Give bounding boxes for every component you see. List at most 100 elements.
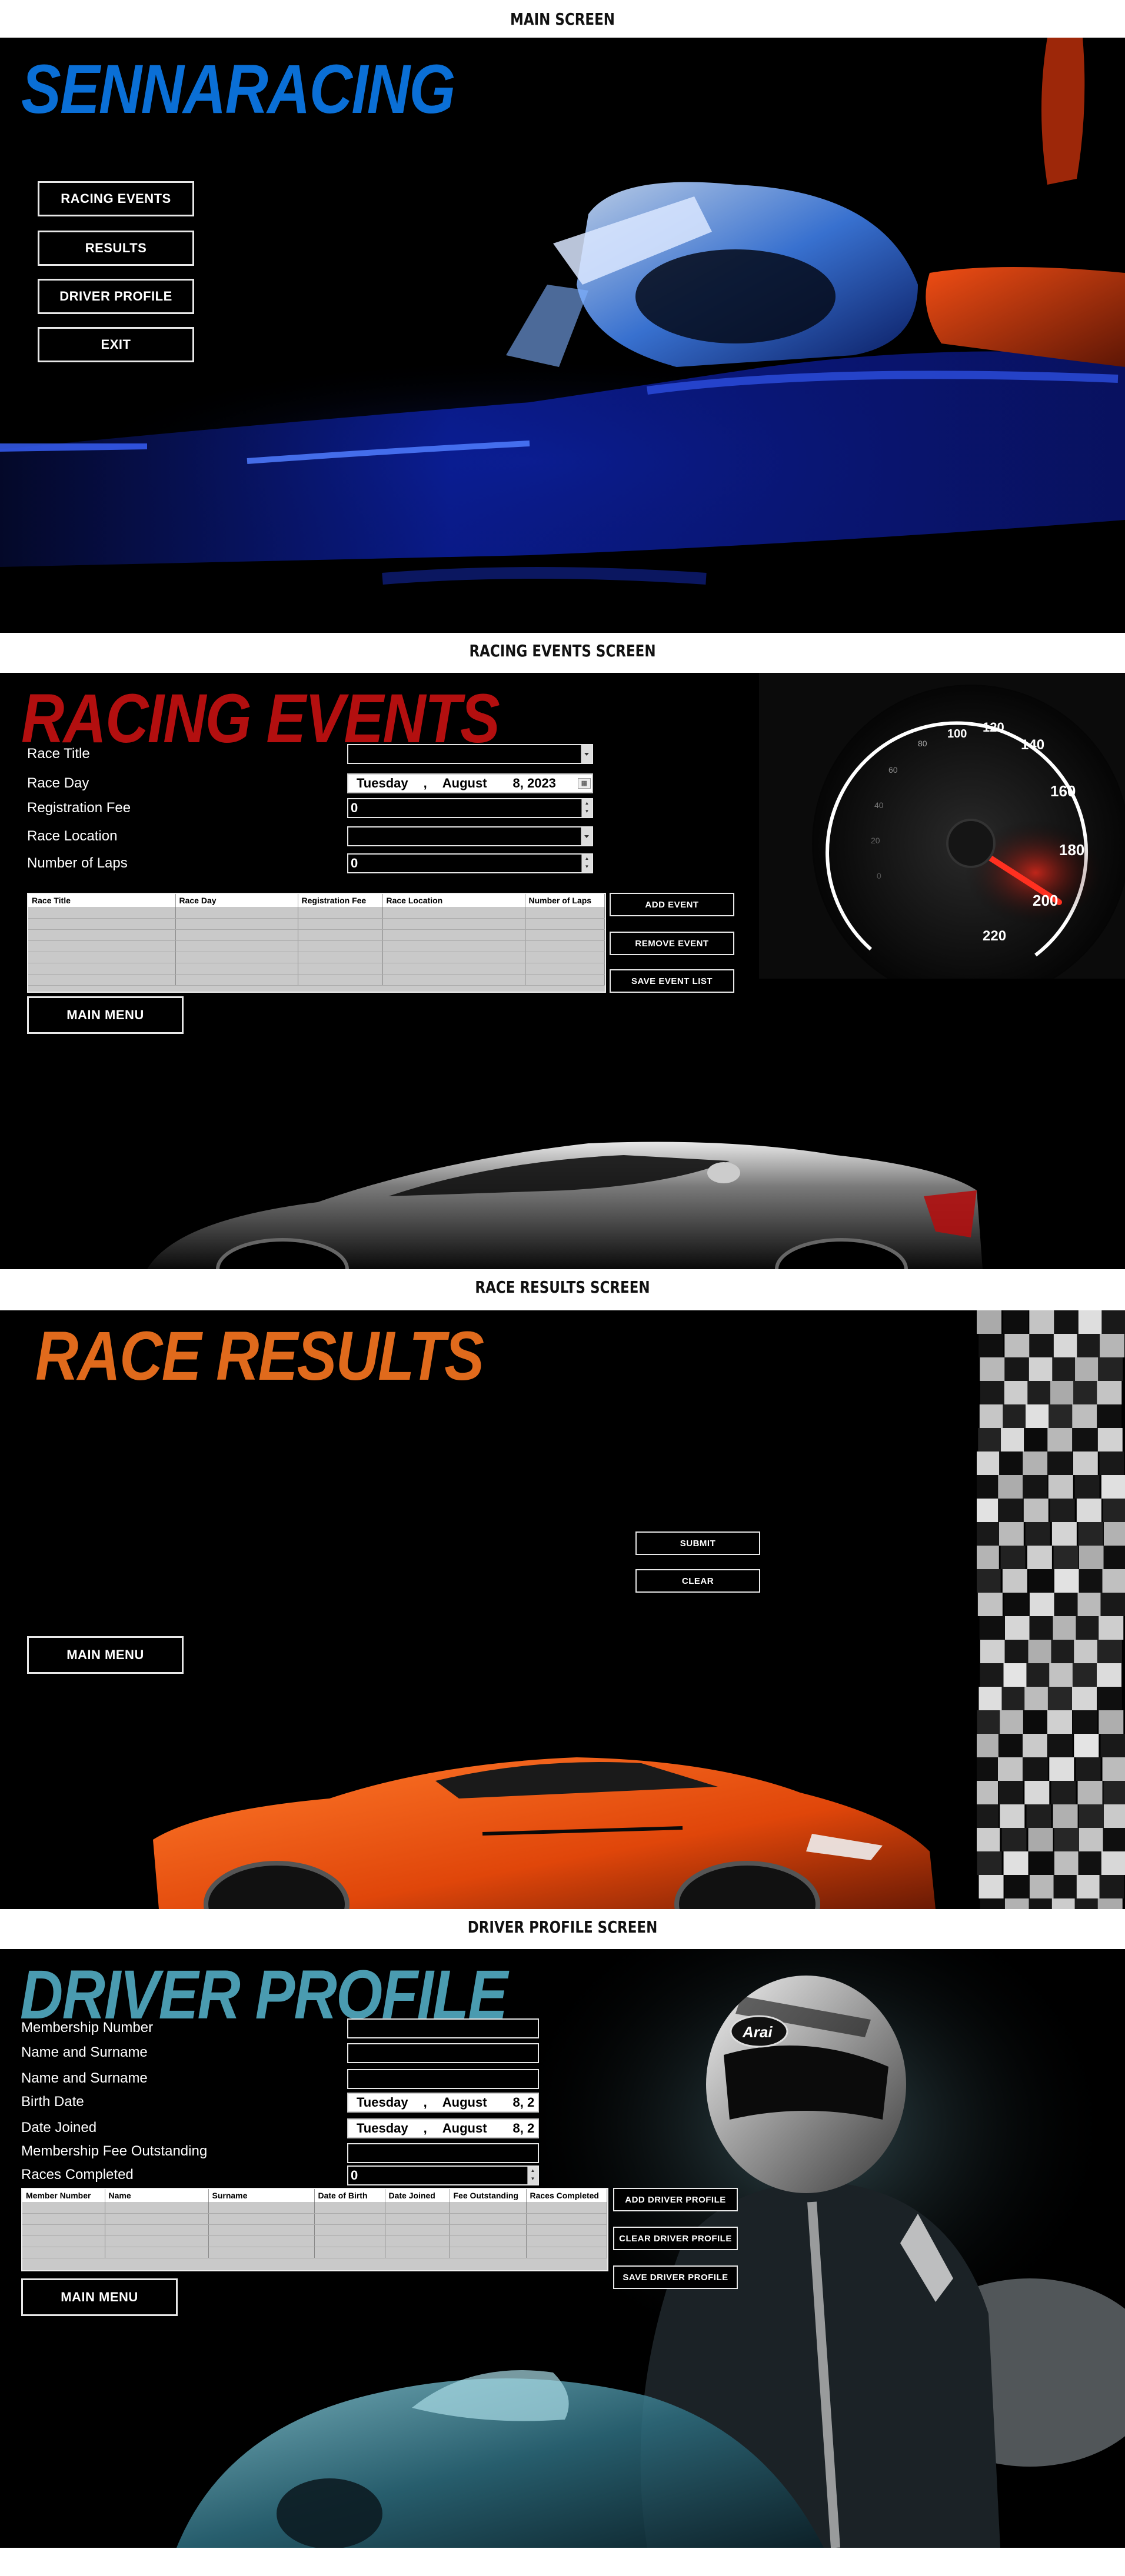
drivers-table[interactable]: Member Number Name Surname Date of Birth… — [21, 2188, 608, 2271]
table-row[interactable] — [28, 907, 605, 919]
column-header[interactable]: Fee Outstanding — [450, 2189, 527, 2202]
checker-square — [1054, 1828, 1079, 1851]
checker-square — [1049, 1404, 1074, 1428]
save-event-list-button[interactable]: SAVE EVENT LIST — [610, 969, 734, 993]
table-row[interactable] — [22, 2235, 607, 2247]
checker-square — [977, 1804, 998, 1828]
column-header[interactable]: Date of Birth — [314, 2189, 385, 2202]
submit-button[interactable]: SUBMIT — [635, 1531, 760, 1555]
checker-square — [1100, 1734, 1125, 1757]
column-header[interactable]: Registration Fee — [298, 894, 383, 907]
checker-square — [1029, 1616, 1054, 1640]
checker-square — [980, 1663, 1005, 1687]
gauge-tick: 100 — [947, 728, 967, 740]
main-menu-button[interactable]: MAIN MENU — [21, 2278, 178, 2316]
checker-square — [1023, 1757, 1048, 1781]
checker-square — [1054, 1851, 1079, 1875]
race-day-separator: , — [423, 776, 427, 790]
birth-date-date: 8, 2 — [512, 2095, 535, 2110]
spinner-arrows-icon[interactable]: ▲ ▼ — [527, 2167, 538, 2184]
remove-event-button[interactable]: REMOVE EVENT — [610, 932, 734, 955]
driver-profile-button[interactable]: DRIVER PROFILE — [38, 279, 194, 314]
table-row[interactable] — [28, 918, 605, 930]
race-location-combobox[interactable] — [347, 826, 593, 846]
race-day-datepicker[interactable]: Tuesday , August 8, 2023 ▦ — [347, 773, 593, 793]
calendar-dropdown-icon[interactable]: ▦ — [578, 778, 591, 789]
table-row[interactable] — [22, 2202, 607, 2214]
checker-square — [1029, 1357, 1054, 1381]
spinner-arrows-icon[interactable]: ▲ ▼ — [581, 799, 592, 817]
number-of-laps-input[interactable]: 0 ▲ ▼ — [347, 853, 593, 873]
checker-square — [1102, 1569, 1125, 1593]
save-driver-profile-button[interactable]: SAVE DRIVER PROFILE — [613, 2265, 738, 2289]
column-header[interactable]: Date Joined — [385, 2189, 450, 2202]
birth-date-month: August — [442, 2095, 487, 2110]
spinner-arrows-icon[interactable]: ▲ ▼ — [581, 855, 592, 872]
column-header[interactable]: Race Title — [28, 894, 176, 907]
table-row[interactable] — [28, 974, 605, 986]
registration-fee-input[interactable]: 0 ▲ ▼ — [347, 798, 593, 818]
gauge-tick: 20 — [871, 836, 880, 845]
checker-square — [1051, 1640, 1076, 1663]
table-row[interactable] — [28, 963, 605, 975]
checker-square — [1101, 1310, 1125, 1334]
checker-square — [1072, 1710, 1097, 1734]
checker-square — [1074, 1475, 1100, 1499]
birth-date-separator: , — [423, 2095, 427, 2110]
events-table[interactable]: Race Title Race Day Registration Fee Rac… — [27, 893, 606, 993]
column-header[interactable]: Race Location — [382, 894, 525, 907]
checker-square — [998, 1734, 1023, 1757]
membership-fee-field[interactable] — [347, 2143, 539, 2163]
checker-square — [1079, 1569, 1104, 1593]
checker-square — [977, 1734, 1000, 1757]
column-header[interactable]: Races Completed — [526, 2189, 607, 2202]
table-row[interactable] — [28, 940, 605, 952]
checker-square — [1049, 1757, 1074, 1781]
clear-button[interactable]: CLEAR — [635, 1569, 760, 1593]
date-joined-datepicker[interactable]: Tuesday , August 8, 2 — [347, 2118, 539, 2138]
checker-square — [1047, 1451, 1073, 1475]
table-row[interactable] — [28, 952, 605, 963]
checker-square — [1098, 1357, 1123, 1381]
column-header[interactable]: Member Number — [22, 2189, 105, 2202]
table-row[interactable] — [22, 2213, 607, 2225]
column-header[interactable]: Surname — [208, 2189, 315, 2202]
events-screen-panel: 100 120 140 160 180 200 220 80 60 40 20 … — [0, 673, 1125, 1269]
table-row[interactable] — [28, 929, 605, 941]
checker-square — [1076, 1757, 1101, 1781]
clear-driver-profile-button[interactable]: CLEAR DRIVER PROFILE — [613, 2227, 738, 2250]
column-header[interactable]: Race Day — [175, 894, 298, 907]
exit-button[interactable]: EXIT — [38, 327, 194, 362]
add-event-button[interactable]: ADD EVENT — [610, 893, 734, 916]
race-title-combobox[interactable] — [347, 744, 593, 764]
checker-square — [977, 1757, 998, 1781]
column-header[interactable]: Name — [105, 2189, 209, 2202]
table-row[interactable] — [22, 2247, 607, 2258]
checker-square — [1029, 1334, 1054, 1357]
races-completed-input[interactable]: 0 ▲ ▼ — [347, 2165, 539, 2185]
checker-square — [1003, 1404, 1028, 1428]
checker-square — [1003, 1310, 1029, 1334]
name-surname-label: Name and Surname — [21, 2070, 148, 2086]
results-button[interactable]: RESULTS — [38, 231, 194, 266]
surname-field[interactable] — [347, 2069, 539, 2089]
add-driver-profile-button[interactable]: ADD DRIVER PROFILE — [613, 2188, 738, 2211]
gauge-tick: 60 — [888, 765, 898, 775]
checker-square — [1048, 1475, 1073, 1499]
column-header[interactable]: Number of Laps — [525, 894, 605, 907]
main-menu-button[interactable]: MAIN MENU — [27, 1636, 184, 1674]
birth-date-datepicker[interactable]: Tuesday , August 8, 2 — [347, 2093, 539, 2113]
membership-number-field[interactable] — [347, 2018, 539, 2038]
results-title: RACE RESULTS — [35, 1317, 484, 1395]
name-field[interactable] — [347, 2043, 539, 2063]
table-row[interactable] — [22, 2224, 607, 2236]
checker-square — [980, 1357, 1005, 1381]
checker-square — [1051, 1898, 1077, 1909]
racing-events-button[interactable]: RACING EVENTS — [38, 181, 194, 216]
checker-square — [977, 1569, 1001, 1593]
checker-square — [1054, 1569, 1079, 1593]
checker-square — [977, 1475, 1000, 1499]
checker-square — [1097, 1687, 1122, 1710]
results-screen-caption: RACE RESULTS SCREEN — [101, 1277, 1024, 1297]
main-menu-button[interactable]: MAIN MENU — [27, 996, 184, 1034]
